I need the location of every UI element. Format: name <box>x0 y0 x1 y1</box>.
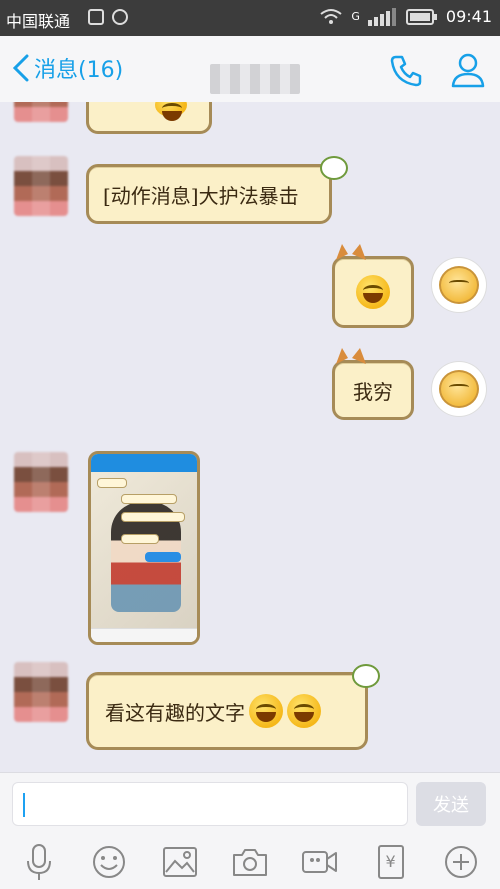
back-button[interactable]: 消息(16) <box>12 52 123 84</box>
bubble-decoration-icon <box>352 664 380 688</box>
sticker-icon <box>155 102 187 121</box>
message-text: 看这有趣的文字 <box>105 700 245 725</box>
plus-button[interactable] <box>441 842 481 882</box>
profile-icon[interactable] <box>448 50 488 90</box>
signal-icon <box>367 7 396 26</box>
emoji-button[interactable] <box>89 842 129 882</box>
back-label: 消息(16) <box>34 58 124 83</box>
network-type: G <box>351 10 360 23</box>
contact-avatar[interactable] <box>14 156 68 216</box>
send-button[interactable]: 发送 <box>416 782 486 826</box>
input-toolbar: ¥ <box>0 834 500 889</box>
message-text: 我穷 <box>353 379 393 404</box>
status-right: G 09:41 <box>319 7 492 26</box>
image-notification-icon <box>88 9 104 25</box>
video-button[interactable] <box>300 842 340 882</box>
self-avatar[interactable] <box>432 362 486 416</box>
emoji-icon <box>93 845 126 878</box>
clock: 09:41 <box>445 7 492 26</box>
laugh-cry-emoji <box>356 275 390 309</box>
image-button[interactable] <box>160 842 200 882</box>
red-packet-button[interactable]: ¥ <box>371 842 411 882</box>
chevron-left-icon <box>12 54 29 82</box>
message-input[interactable] <box>12 782 408 826</box>
notification-icons <box>88 9 128 25</box>
image-icon <box>162 846 197 877</box>
bubble-decoration-icon <box>320 156 348 180</box>
camera-button[interactable] <box>230 842 270 882</box>
cat-ears-decoration-icon <box>336 348 366 364</box>
text-cursor <box>23 793 25 817</box>
cat-ears-decoration-icon <box>336 244 366 260</box>
battery-icon <box>405 8 437 25</box>
silent-mode-icon <box>112 9 128 25</box>
message-bubble-self[interactable] <box>332 256 414 328</box>
status-bar: 中国联通 G 09:41 <box>0 0 500 36</box>
contact-avatar[interactable] <box>14 452 68 512</box>
message-bubble[interactable]: [动作消息]大护法暴击 <box>86 164 332 224</box>
laugh-cry-emoji <box>249 694 283 728</box>
contact-name-blurred <box>210 64 300 94</box>
message-text: [动作消息]大护法暴击 <box>103 184 299 208</box>
message-bubble[interactable]: 看这有趣的文字 <box>86 672 368 750</box>
carrier-name: 中国联通 <box>6 12 71 31</box>
contact-avatar[interactable] <box>14 102 68 122</box>
self-avatar[interactable] <box>432 258 486 312</box>
image-message[interactable] <box>88 451 200 645</box>
wifi-icon <box>320 8 342 24</box>
video-icon <box>302 850 338 873</box>
chat-header: 消息(16) <box>0 36 500 102</box>
input-bar: 发送 <box>0 772 500 834</box>
laugh-cry-emoji <box>287 694 321 728</box>
microphone-button[interactable] <box>19 842 59 882</box>
camera-icon <box>232 848 267 876</box>
phone-icon[interactable] <box>386 50 426 90</box>
microphone-icon <box>27 843 52 880</box>
plus-icon <box>444 845 477 878</box>
message-bubble-self[interactable]: 我穷 <box>332 360 414 420</box>
message-bubble-partial[interactable] <box>86 102 212 134</box>
red-packet-icon: ¥ <box>377 844 404 879</box>
chat-area[interactable]: [动作消息]大护法暴击 我穷 看这有趣的文字 <box>0 102 500 772</box>
contact-avatar[interactable] <box>14 662 68 722</box>
